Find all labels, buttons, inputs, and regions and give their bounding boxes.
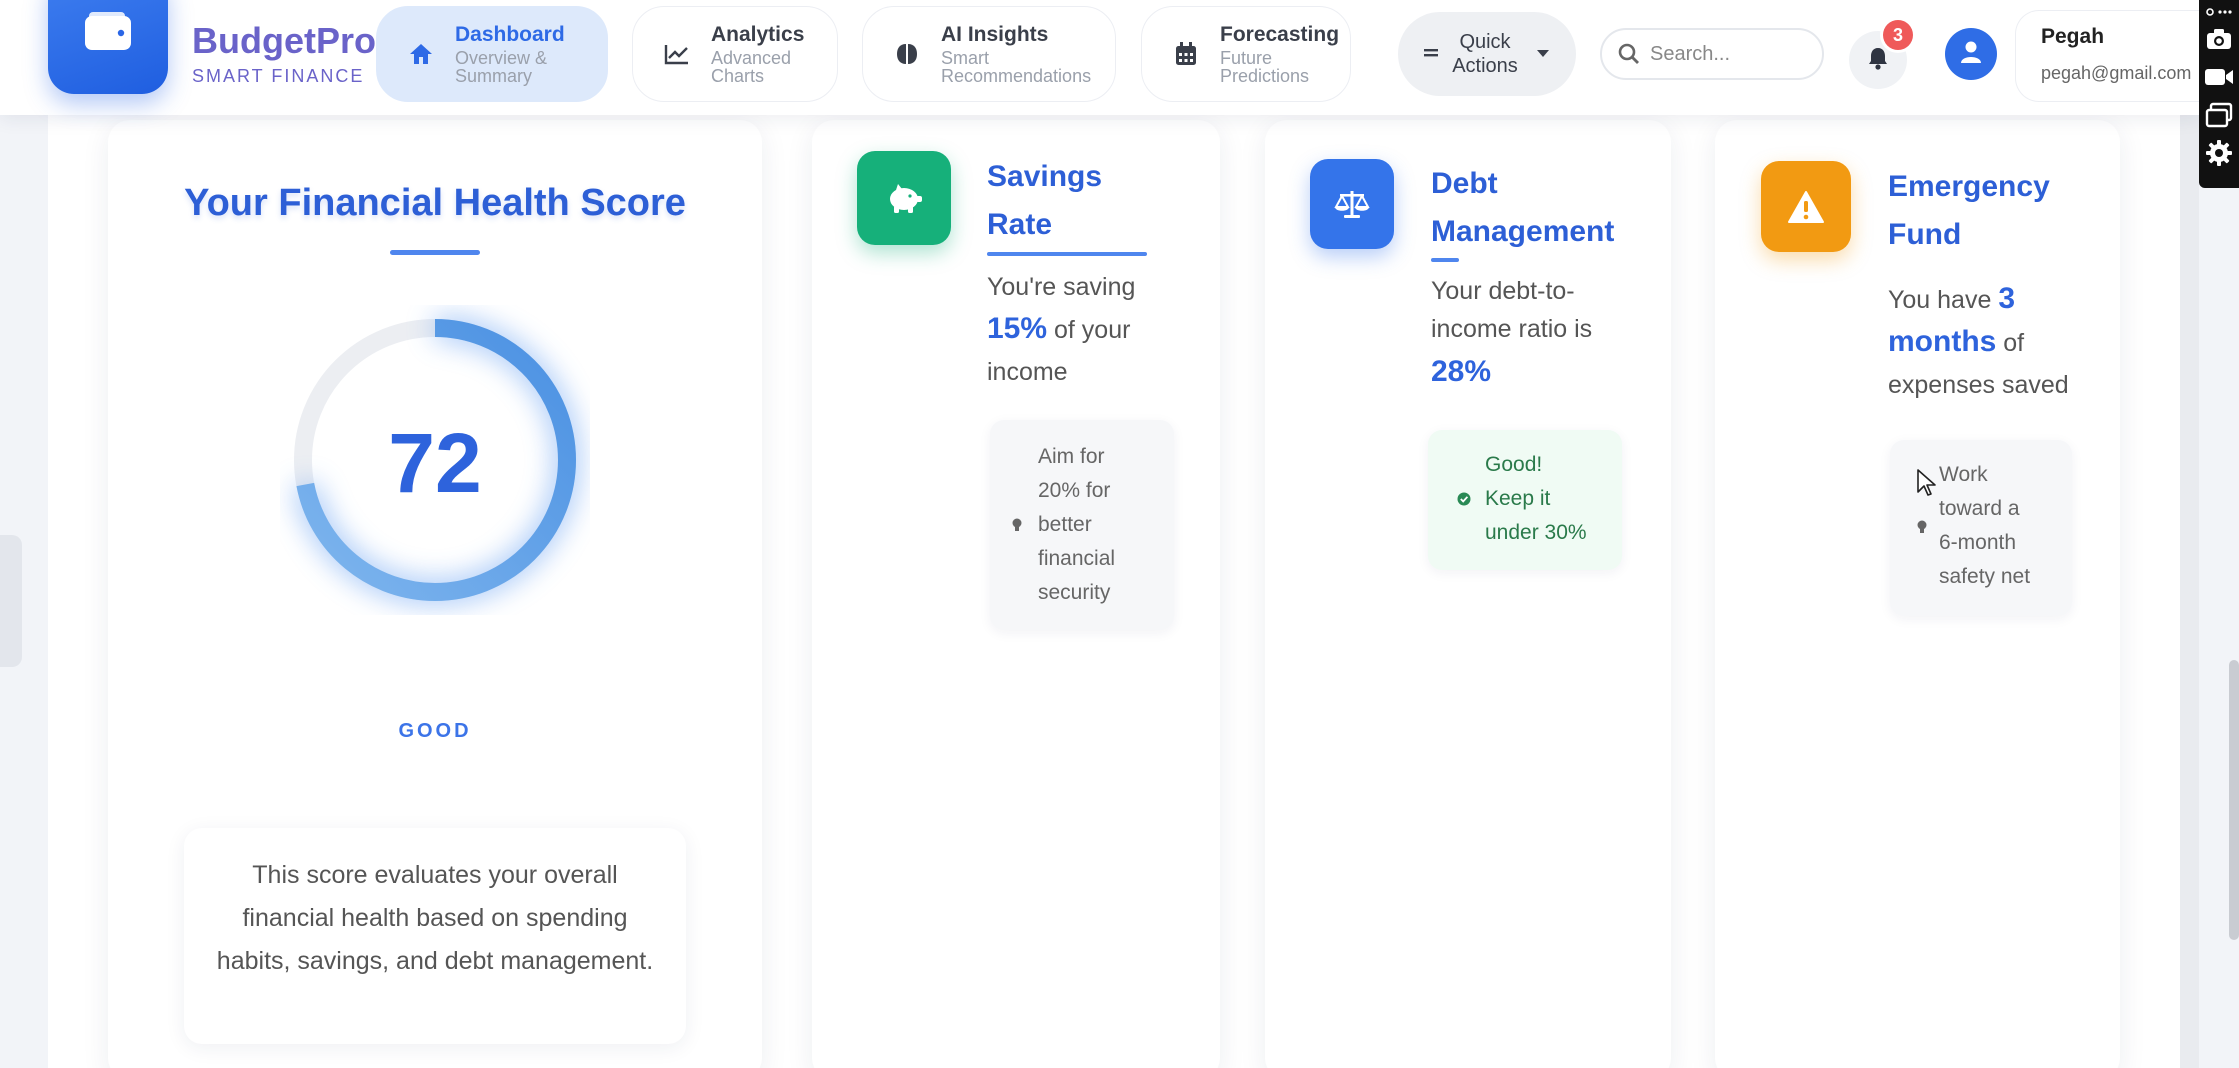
emergency-tip-text: Work toward a 6-month safety net	[1939, 463, 2031, 588]
nav-tab-analytics[interactable]: Analytics Advanced Charts	[632, 6, 838, 102]
sidebar-toggle-handle[interactable]	[0, 535, 22, 667]
debt-ratio-value: 28%	[1431, 355, 1492, 388]
gear-icon[interactable]	[2199, 134, 2239, 172]
piggy-bank-icon	[857, 151, 951, 245]
emergency-fund-text: You have 3 months of expenses saved	[1888, 278, 2128, 406]
savings-rate-text: You're saving 15% of your income	[987, 266, 1187, 393]
savings-tip-box: Aim for 20% for better financial securit…	[990, 420, 1174, 630]
savings-tip-text: Aim for 20% for better financial securit…	[1038, 445, 1116, 604]
score-description: This score evaluates your overall financ…	[184, 828, 686, 1044]
nav-title: Dashboard	[455, 22, 565, 46]
nav-tab-forecasting[interactable]: Forecasting Future Predictions	[1141, 6, 1351, 102]
brand-name: BudgetPro	[192, 20, 376, 61]
user-profile-menu[interactable]: Pegah pegah@gmail.com	[2015, 10, 2200, 102]
nav-tab-ai-insights[interactable]: AI Insights Smart Recommendations	[862, 6, 1116, 102]
debt-management-title: Debt Management	[1431, 167, 1615, 248]
recorder-toolbar	[2199, 0, 2239, 188]
check-circle-icon	[1457, 492, 1471, 511]
nav-title: Forecasting	[1220, 22, 1340, 46]
windows-icon[interactable]	[2199, 96, 2239, 134]
brand-tagline: SMART FINANCE	[192, 66, 365, 86]
debt-ratio-text: Your debt-to-income ratio is 28%	[1431, 272, 1631, 396]
scrollbar-thumb[interactable]	[2229, 660, 2239, 940]
video-icon[interactable]	[2199, 58, 2239, 96]
health-score-title: Your Financial Health Score	[184, 182, 686, 224]
title-underline	[987, 252, 1147, 256]
quick-actions-label: Quick Actions	[1452, 31, 1518, 77]
nav-subtitle: Overview & Summary	[455, 47, 548, 86]
lightbulb-icon	[1917, 520, 1927, 539]
link-icon[interactable]	[2199, 4, 2239, 20]
nav-subtitle: Future Predictions	[1220, 47, 1310, 86]
brain-icon	[889, 36, 925, 72]
quick-actions-button[interactable]: Quick Actions	[1398, 12, 1576, 96]
search-input[interactable]	[1650, 42, 1800, 66]
emergency-fund-title: Emergency Fund	[1888, 170, 2050, 251]
line-chart-icon	[659, 36, 695, 72]
search-box	[1600, 28, 1824, 80]
debt-management-card	[1265, 120, 1671, 1068]
title-underline	[1431, 258, 1459, 262]
score-status-label: GOOD	[398, 720, 472, 742]
nav-tab-dashboard[interactable]: Dashboard Overview & Summary	[376, 6, 608, 102]
bell-icon	[1867, 46, 1889, 75]
savings-rate-value: 15%	[987, 312, 1048, 345]
avatar[interactable]	[1945, 28, 1997, 80]
user-name: Pegah	[2041, 25, 2105, 48]
debt-tip-box: Good! Keep it under 30%	[1428, 430, 1622, 570]
lightbulb-icon	[1012, 518, 1022, 537]
nav-subtitle: Smart Recommendations	[941, 47, 1092, 86]
user-email: pegah@gmail.com	[2041, 63, 2192, 83]
user-icon	[1960, 40, 1982, 69]
nav-title: AI Insights	[941, 22, 1049, 46]
scale-icon	[1310, 159, 1394, 249]
savings-text-before: You're saving	[987, 273, 1136, 301]
search-icon	[1618, 43, 1640, 65]
right-rail	[2180, 115, 2199, 1068]
caret-down-icon	[1536, 45, 1550, 63]
mouse-cursor-icon	[1917, 469, 1936, 496]
score-value: 72	[388, 416, 482, 510]
calendar-icon	[1168, 36, 1204, 72]
notification-badge: 3	[1883, 20, 1913, 50]
emergency-text-before: You have	[1888, 286, 1992, 314]
title-underline	[390, 250, 480, 255]
camera-icon[interactable]	[2199, 20, 2239, 58]
home-icon	[403, 36, 439, 72]
warning-icon	[1761, 161, 1851, 252]
top-header: BudgetPro SMART FINANCE Dashboard Overvi…	[0, 0, 2200, 115]
debt-tip-text: Good! Keep it under 30%	[1485, 453, 1587, 544]
emergency-tip-box: Work toward a 6-month safety net	[1890, 440, 2072, 616]
nav-subtitle: Advanced Charts	[711, 47, 792, 86]
menu-lines-icon	[1424, 45, 1439, 63]
nav-title: Analytics	[711, 22, 805, 46]
wallet-logo-icon[interactable]	[48, 0, 168, 94]
savings-rate-title: Savings Rate	[987, 160, 1103, 241]
debt-text-before: Your debt-to-income ratio is	[1431, 277, 1593, 343]
